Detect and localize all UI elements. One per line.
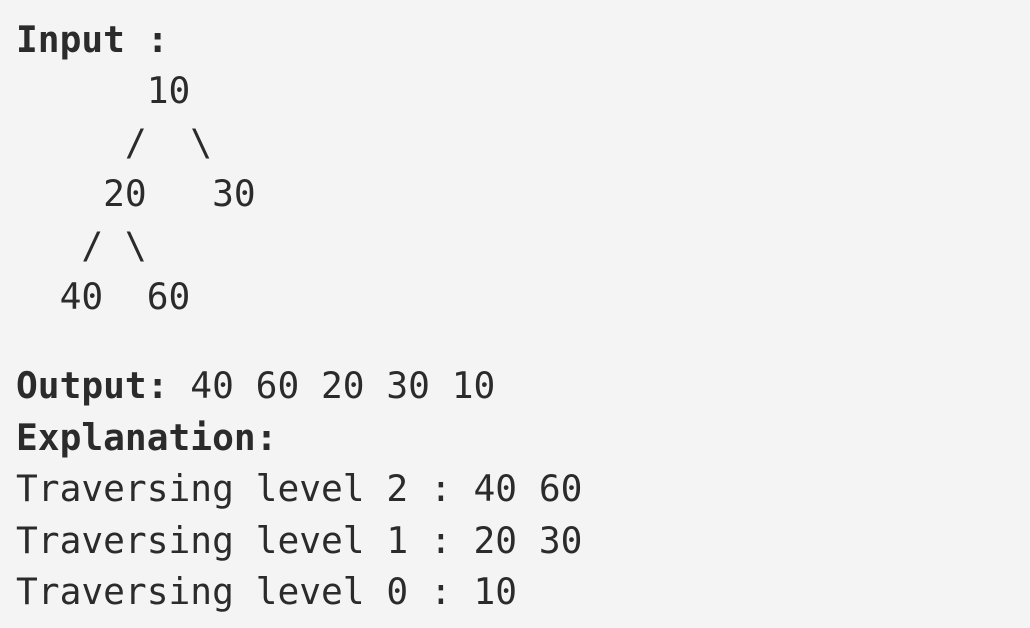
tree-line: / \ (16, 223, 147, 267)
explanation-label: Explanation: (16, 415, 278, 459)
output-line: Output: 40 60 20 30 10 (16, 360, 1030, 411)
output-value: 40 60 20 30 10 (168, 364, 496, 408)
tree-line: 20 30 (16, 172, 256, 216)
input-label: Input : (16, 18, 169, 61)
tree-line: 10 (16, 69, 191, 113)
tree-diagram: 10 / \ 20 30 / \ 40 60 (16, 65, 1030, 322)
tree-line: 40 60 (16, 274, 191, 318)
explanation-line: Traversing level 0 : 10 (16, 569, 518, 613)
tree-line: / \ (16, 120, 213, 164)
output-label: Output: (16, 364, 169, 408)
explanation-line: Traversing level 2 : 40 60 (16, 467, 583, 511)
explanation-line: Traversing level 1 : 20 30 (16, 518, 583, 562)
example-code-block: Input : 10 / \ 20 30 / \ 40 60 Output: 4… (0, 0, 1030, 628)
